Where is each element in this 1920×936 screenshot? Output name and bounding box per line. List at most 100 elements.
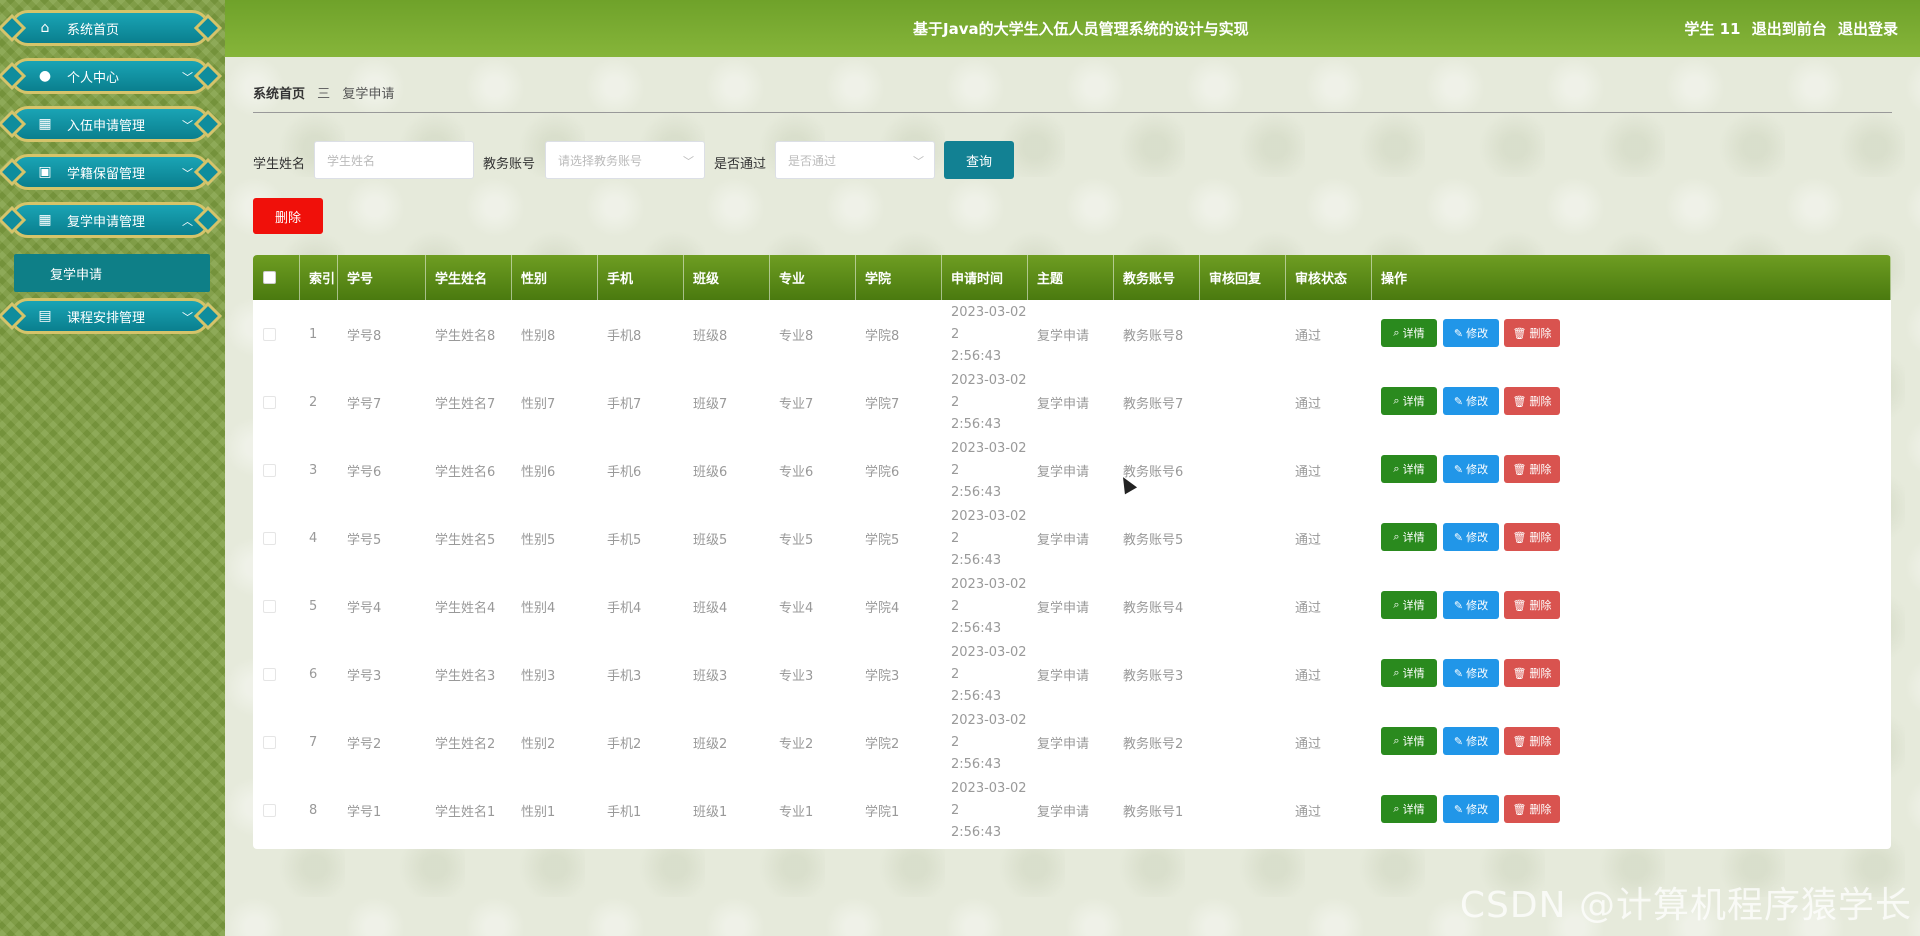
search-icon: ⌕ xyxy=(1393,326,1400,339)
submenu-item-resume-apply[interactable]: 复学申请 xyxy=(14,254,210,292)
time-line-1: 2023-03-02 2 xyxy=(951,577,1027,614)
batch-delete-button[interactable]: 删除 xyxy=(253,198,323,234)
account-placeholder: 请选择教务账号 xyxy=(558,153,643,168)
table-cell-topic: 复学申请 xyxy=(1037,600,1090,616)
table-cell-status: 通过 xyxy=(1295,600,1322,616)
delete-button[interactable]: 🗑 删除 xyxy=(1504,795,1560,823)
table-cell-reply xyxy=(1200,572,1286,640)
detail-button[interactable]: ⌕ 详情 xyxy=(1381,319,1437,347)
edit-button[interactable]: ✎ 修改 xyxy=(1443,795,1499,823)
row-checkbox-cell xyxy=(253,300,300,368)
grid-icon: ▦ xyxy=(38,212,52,228)
detail-button[interactable]: ⌕ 详情 xyxy=(1381,523,1437,551)
trash-icon: 🗑 xyxy=(1512,530,1527,544)
menu-label: 系统首页 xyxy=(67,22,120,38)
table-cell-status: 通过 xyxy=(1295,328,1322,344)
row-checkbox[interactable] xyxy=(263,803,276,817)
pass-label: 是否通过 xyxy=(714,157,767,172)
table-cell-time: 2023-03-02 2 2:56:43 xyxy=(942,572,1028,640)
detail-button[interactable]: ⌕ 详情 xyxy=(1381,387,1437,415)
row-checkbox[interactable] xyxy=(263,599,276,613)
detail-button[interactable]: ⌕ 详情 xyxy=(1381,591,1437,619)
query-button[interactable]: 查询 xyxy=(944,141,1014,179)
table-cell-cls: 班级5 xyxy=(693,532,728,548)
table-cell-phone: 手机5 xyxy=(607,532,642,548)
delete-button[interactable]: 🗑 删除 xyxy=(1504,727,1560,755)
action-label: 修改 xyxy=(1466,395,1489,408)
breadcrumb-home[interactable]: 系统首页 xyxy=(253,87,305,102)
edit-button[interactable]: ✎ 修改 xyxy=(1443,523,1499,551)
edit-button[interactable]: ✎ 修改 xyxy=(1443,455,1499,483)
menu-item-status-retention[interactable]: ▣ 学籍保留管理 ﹀ xyxy=(10,154,210,190)
table-cell-idx: 3 xyxy=(309,462,318,478)
row-checkbox[interactable] xyxy=(263,463,276,477)
action-label: 详情 xyxy=(1402,599,1425,612)
logout-link[interactable]: 退出登录 xyxy=(1838,20,1898,38)
table-cell-topic: 复学申请 xyxy=(1037,464,1090,480)
edit-button[interactable]: ✎ 修改 xyxy=(1443,727,1499,755)
table-cell-college: 学院2 xyxy=(865,736,900,752)
column-header: 审核回复 xyxy=(1200,255,1286,300)
table-row: 3 学号6 学生姓名6 性别6 手机6 班级6 专业6 学院6 2023-03-02 2 2:56… xyxy=(253,436,1891,504)
table-cell-topic: 复学申请 xyxy=(1037,804,1090,820)
edit-button[interactable]: ✎ 修改 xyxy=(1443,387,1499,415)
detail-button[interactable]: ⌕ 详情 xyxy=(1381,659,1437,687)
select-all-checkbox[interactable] xyxy=(263,271,276,284)
table-cell-account: 教务账号5 xyxy=(1123,532,1184,548)
app-title: 基于Java的大学生入伍人员管理系统的设计与实现 xyxy=(913,20,1249,38)
table-cell-reply xyxy=(1200,436,1286,504)
row-checkbox[interactable] xyxy=(263,735,276,749)
menu-item-personal-center[interactable]: ● 个人中心 ﹀ xyxy=(10,58,210,94)
chevron-down-icon: ﹀ xyxy=(683,155,694,168)
menu-item-enlistment[interactable]: ▦ 入伍申请管理 ﹀ xyxy=(10,106,210,142)
delete-button[interactable]: 🗑 删除 xyxy=(1504,659,1560,687)
table-cell-topic: 复学申请 xyxy=(1037,736,1090,752)
back-to-front-link[interactable]: 退出到前台 xyxy=(1752,20,1827,38)
action-label: 修改 xyxy=(1466,531,1489,544)
row-checkbox[interactable] xyxy=(263,667,276,681)
table-cell-phone: 手机2 xyxy=(607,736,642,752)
edit-button[interactable]: ✎ 修改 xyxy=(1443,591,1499,619)
detail-button[interactable]: ⌕ 详情 xyxy=(1381,455,1437,483)
table-cell-sid: 学号1 xyxy=(347,804,382,820)
table-cell-name: 学生姓名1 xyxy=(435,804,496,820)
detail-button[interactable]: ⌕ 详情 xyxy=(1381,727,1437,755)
action-label: 修改 xyxy=(1466,463,1489,476)
table-cell-college: 学院6 xyxy=(865,464,900,480)
row-checkbox-cell xyxy=(253,368,300,436)
action-label: 详情 xyxy=(1402,667,1425,680)
search-icon: ⌕ xyxy=(1393,530,1400,543)
account-select[interactable]: 请选择教务账号 ﹀ xyxy=(545,141,705,179)
pass-select[interactable]: 是否通过 ﹀ xyxy=(775,141,935,179)
edit-button[interactable]: ✎ 修改 xyxy=(1443,319,1499,347)
table-cell-major: 专业8 xyxy=(779,328,814,344)
grid-icon: ▦ xyxy=(38,116,52,132)
action-label: 删除 xyxy=(1529,599,1552,612)
table-cell-cls: 班级7 xyxy=(693,396,728,412)
delete-button[interactable]: 🗑 删除 xyxy=(1504,591,1560,619)
menu-item-home[interactable]: ⌂ 系统首页 xyxy=(10,10,210,46)
action-label: 详情 xyxy=(1402,735,1425,748)
delete-button[interactable]: 🗑 删除 xyxy=(1504,319,1560,347)
time-line-2: 2:56:43 xyxy=(951,689,1002,704)
delete-button[interactable]: 🗑 删除 xyxy=(1504,523,1560,551)
sidebar: ⌂ 系统首页 ● 个人中心 ﹀ ▦ 入伍申请管理 ﹀ ▣ 学籍保留管理 ﹀ ▦ … xyxy=(0,0,225,936)
edit-button[interactable]: ✎ 修改 xyxy=(1443,659,1499,687)
column-header: 教务账号 xyxy=(1114,255,1200,300)
trash-icon: 🗑 xyxy=(1512,394,1527,408)
student-name-input[interactable]: 学生姓名 xyxy=(314,141,474,179)
row-checkbox[interactable] xyxy=(263,395,276,409)
menu-item-resume-study[interactable]: ▦ 复学申请管理 ︿ xyxy=(10,202,210,238)
table-cell-college: 学院4 xyxy=(865,600,900,616)
row-checkbox[interactable] xyxy=(263,531,276,545)
delete-button[interactable]: 🗑 删除 xyxy=(1504,387,1560,415)
pencil-icon: ✎ xyxy=(1453,802,1464,816)
time-line-1: 2023-03-02 2 xyxy=(951,645,1027,682)
action-label: 修改 xyxy=(1466,803,1489,816)
detail-button[interactable]: ⌕ 详情 xyxy=(1381,795,1437,823)
table-row: 8 学号1 学生姓名1 性别1 手机1 班级1 专业1 学院1 2023-03-02 2 2:56… xyxy=(253,776,1891,844)
delete-button[interactable]: 🗑 删除 xyxy=(1504,455,1560,483)
row-checkbox[interactable] xyxy=(263,327,276,341)
search-icon: ⌕ xyxy=(1393,666,1400,679)
menu-item-course-schedule[interactable]: ▤ 课程安排管理 ﹀ xyxy=(10,298,210,334)
